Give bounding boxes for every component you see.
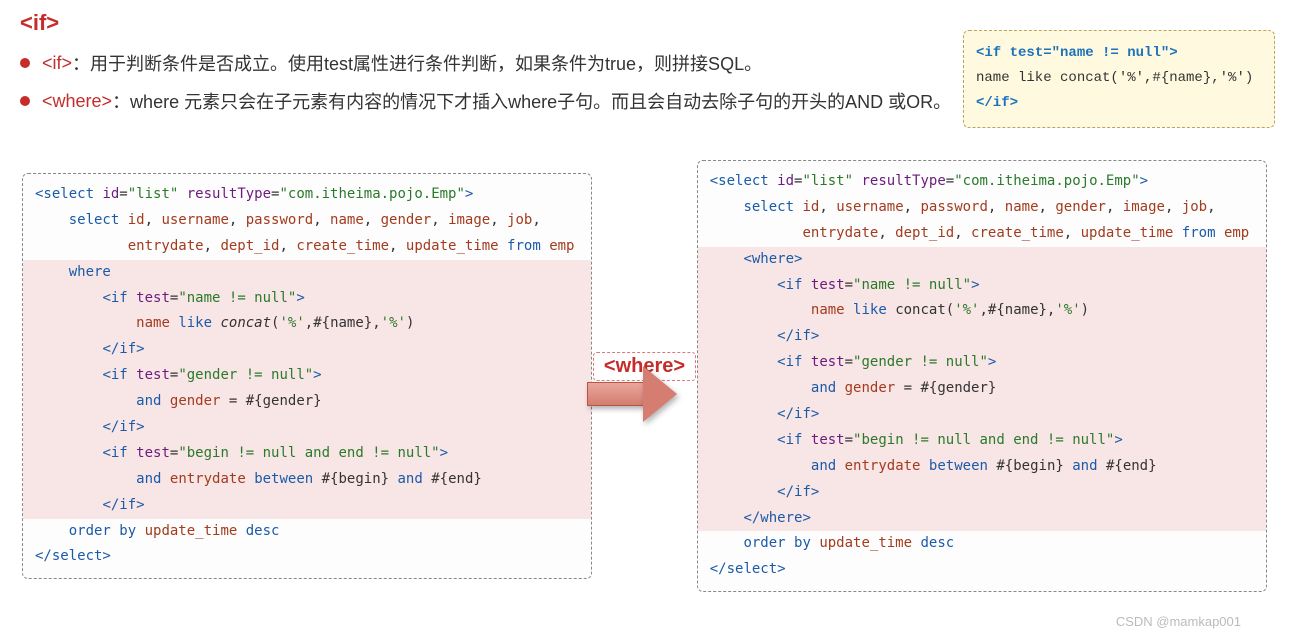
code-left-pre: <select id="list" resultType="com.itheim… xyxy=(23,174,591,578)
bullet-if-tag: <if> xyxy=(42,53,72,74)
callout-open-attr: test="name != null"> xyxy=(1001,45,1177,61)
callout-box: <if test="name != null"> name like conca… xyxy=(963,30,1275,128)
callout-body: name like concat('%',#{name},'%') xyxy=(976,66,1262,91)
code-left: <select id="list" resultType="com.itheim… xyxy=(22,173,592,579)
bullet-if-text: ：用于判断条件是否成立。使用test属性进行条件判断，如果条件为true，则拼接… xyxy=(72,50,762,76)
code-right: <select id="list" resultType="com.itheim… xyxy=(697,160,1267,592)
arrow: <where> xyxy=(598,358,690,394)
code-area: <select id="list" resultType="com.itheim… xyxy=(0,126,1289,592)
bullet-where-tag: <where> xyxy=(42,91,112,112)
bullet-dot-icon xyxy=(20,58,30,68)
watermark: CSDN @mamkap001 xyxy=(1116,614,1241,629)
callout-close-tag: </if> xyxy=(976,91,1262,116)
callout-open-tag: <if xyxy=(976,45,1001,61)
bullet-dot-icon xyxy=(20,96,30,106)
code-right-pre: <select id="list" resultType="com.itheim… xyxy=(698,161,1266,591)
bullet-where-text: ：where 元素只会在子元素有内容的情况下才插入where子句。而且会自动去除… xyxy=(112,88,951,114)
